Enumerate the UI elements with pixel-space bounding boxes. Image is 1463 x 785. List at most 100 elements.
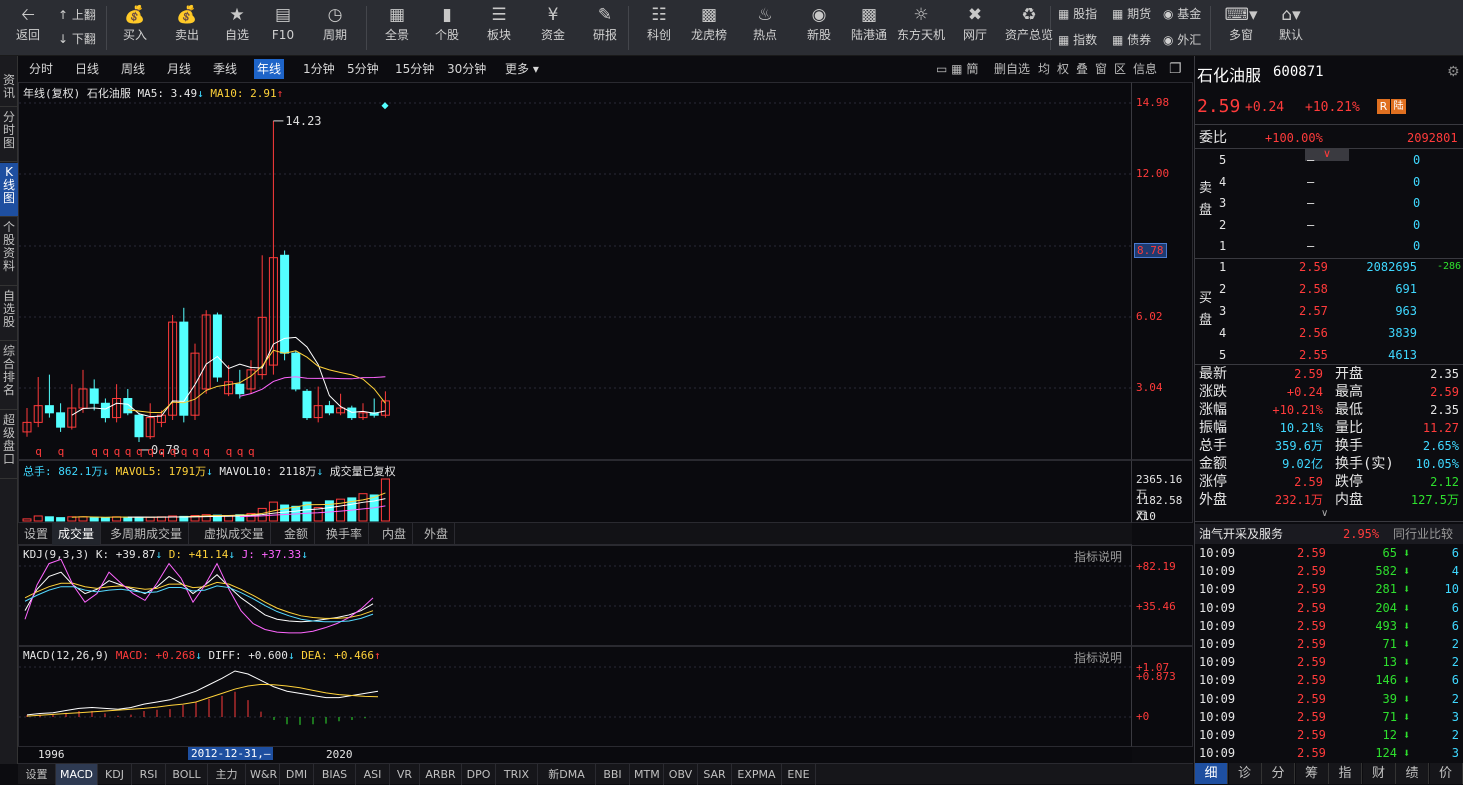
detail-tab-6[interactable]: 绩: [1396, 763, 1429, 784]
expand-icon[interactable]: ∨: [1321, 508, 1328, 519]
macd-plot[interactable]: [19, 647, 1131, 746]
detail-tab-4[interactable]: 指: [1329, 763, 1362, 784]
index-link[interactable]: ▦ 指数: [1058, 33, 1097, 47]
indicator-tab-18[interactable]: SAR: [698, 764, 732, 785]
kline-plot[interactable]: 14.230.78q q q q q q q q q q q q q q q q: [19, 83, 1131, 459]
period-tab-5[interactable]: 年线: [254, 59, 285, 79]
detail-tab-3[interactable]: 筹: [1295, 763, 1329, 784]
vol-tab-5[interactable]: 换手率: [320, 523, 370, 545]
forex-link[interactable]: ◉ 外汇: [1163, 33, 1201, 47]
online-hall-button[interactable]: ✖ 网厅: [952, 0, 998, 56]
fund-link[interactable]: ◉ 基金: [1163, 7, 1201, 21]
indicator-tab-0[interactable]: 设置: [18, 764, 56, 785]
sell-button[interactable]: 💰 卖出: [164, 0, 210, 56]
tab-news[interactable]: 资讯: [0, 71, 18, 107]
futures-link[interactable]: ▦ 期货: [1112, 7, 1151, 21]
period-tab-3[interactable]: 月线: [164, 59, 194, 79]
vol-tab-2[interactable]: 多周期成交量: [104, 523, 190, 545]
tab-stock-profile[interactable]: 个股资料: [0, 218, 18, 286]
detail-tab-0[interactable]: 细: [1195, 763, 1228, 784]
page-up-button[interactable]: ↑ 上翻: [58, 8, 96, 22]
indicator-tab-10[interactable]: VR: [390, 764, 420, 785]
indicator-tab-1[interactable]: MACD: [56, 764, 98, 785]
range-button[interactable]: 区: [1114, 59, 1126, 79]
sell-row[interactable]: 3—0: [1195, 193, 1463, 213]
buy-row[interactable]: 1 2.59 2082695 -286: [1195, 257, 1463, 277]
cycle-button[interactable]: ◷ 周期: [312, 0, 358, 56]
buy-row[interactable]: 3 2.57 963: [1195, 301, 1463, 321]
info-button[interactable]: 信息: [1133, 59, 1157, 79]
volume-plot[interactable]: [19, 461, 1131, 522]
sector-button[interactable]: ☰ 板块: [476, 0, 522, 56]
period-tab-1[interactable]: 日线: [72, 59, 102, 79]
indicator-tab-2[interactable]: KDJ: [98, 764, 132, 785]
period-tab-8[interactable]: 15分钟: [392, 59, 437, 79]
vol-tab-6[interactable]: 内盘: [376, 523, 414, 545]
buy-row[interactable]: 2 2.58 691: [1195, 279, 1463, 299]
indicator-tab-8[interactable]: BIAS: [314, 764, 356, 785]
buy-button[interactable]: 💰 买入: [112, 0, 158, 56]
simple-icon[interactable]: 簡: [966, 62, 978, 76]
indicator-tab-3[interactable]: RSI: [132, 764, 166, 785]
tab-timeshare[interactable]: 分时图: [0, 108, 18, 162]
indicator-tab-16[interactable]: MTM: [630, 764, 664, 785]
sell-row[interactable]: 2—0: [1195, 215, 1463, 235]
period-tab-6[interactable]: 1分钟: [300, 59, 338, 79]
buy-row[interactable]: 4 2.56 3839: [1195, 323, 1463, 343]
indicator-tab-12[interactable]: DPO: [462, 764, 496, 785]
industry-row[interactable]: 油气开采及服务 2.95% 同行业比较: [1195, 524, 1463, 544]
tianji-button[interactable]: ☼ 东方天机: [892, 0, 950, 56]
detail-tab-7[interactable]: 价: [1429, 763, 1463, 784]
sell-row[interactable]: 4—0: [1195, 172, 1463, 192]
tab-super-quote[interactable]: 超级盘口: [0, 411, 18, 479]
index-futures-link[interactable]: ▦ 股指: [1058, 7, 1097, 21]
indicator-tab-5[interactable]: 主力: [208, 764, 246, 785]
bond-link[interactable]: ▦ 债券: [1112, 33, 1151, 47]
vol-tab-1[interactable]: 成交量: [52, 523, 102, 545]
back-button[interactable]: 🡠 返回: [8, 0, 48, 56]
settings-gear-icon[interactable]: ⚙: [1447, 64, 1460, 80]
watchlist-button[interactable]: ★ 自选: [214, 0, 260, 56]
indicator-tab-6[interactable]: W&R: [246, 764, 280, 785]
detail-tab-1[interactable]: 诊: [1228, 763, 1262, 784]
page-down-button[interactable]: ↓ 下翻: [58, 32, 96, 46]
vol-tab-7[interactable]: 外盘: [418, 523, 456, 545]
indicator-tab-7[interactable]: DMI: [280, 764, 314, 785]
period-tab-9[interactable]: 30分钟: [444, 59, 489, 79]
tab-ranking[interactable]: 综合排名: [0, 342, 18, 410]
avg-button[interactable]: 均: [1038, 59, 1050, 79]
detail-tab-2[interactable]: 分: [1262, 763, 1295, 784]
remove-watchlist-button[interactable]: 删自选: [994, 59, 1030, 79]
hotspot-button[interactable]: ♨ 热点: [742, 0, 788, 56]
star-market-button[interactable]: ☷ 科创: [636, 0, 682, 56]
indicator-tab-9[interactable]: ASI: [356, 764, 390, 785]
indicator-tab-19[interactable]: EXPMA: [732, 764, 782, 785]
detail-tab-5[interactable]: 财: [1362, 763, 1396, 784]
grid-icon[interactable]: ▦: [951, 62, 962, 76]
hk-connect-button[interactable]: ▩ 陆港通: [846, 0, 892, 56]
indicator-tab-15[interactable]: BBI: [596, 764, 630, 785]
sell-row[interactable]: 5—0: [1195, 150, 1463, 170]
default-layout-button[interactable]: ⌂▾ 默认: [1268, 0, 1314, 56]
period-tab-10[interactable]: 更多 ▾: [502, 59, 542, 79]
rights-button[interactable]: 权: [1057, 59, 1069, 79]
buy-row[interactable]: 5 2.55 4613: [1195, 345, 1463, 365]
window-button[interactable]: 窗: [1095, 59, 1107, 79]
vol-tab-0[interactable]: 设置: [18, 523, 56, 545]
indicator-tab-14[interactable]: 新DMA: [538, 764, 596, 785]
indicator-tab-4[interactable]: BOLL: [166, 764, 208, 785]
indicator-tab-17[interactable]: OBV: [664, 764, 698, 785]
f10-button[interactable]: ▤ F10: [260, 0, 306, 56]
period-tab-7[interactable]: 5分钟: [344, 59, 382, 79]
multi-window-button[interactable]: ⌨▾ 多窗: [1218, 0, 1264, 56]
funds-button[interactable]: ¥ 资金: [530, 0, 576, 56]
asset-overview-button[interactable]: ♻ 资产总览: [1000, 0, 1058, 56]
period-tab-4[interactable]: 季线: [210, 59, 240, 79]
panorama-button[interactable]: ▦ 全景: [374, 0, 420, 56]
dragon-tiger-button[interactable]: ▩ 龙虎榜: [686, 0, 732, 56]
overlay-button[interactable]: 叠: [1076, 59, 1088, 79]
indicator-tab-20[interactable]: ENE: [782, 764, 816, 785]
lock-icon[interactable]: ▭: [936, 62, 947, 76]
stock-button[interactable]: ▮ 个股: [424, 0, 470, 56]
vol-tab-4[interactable]: 金额: [278, 523, 316, 545]
